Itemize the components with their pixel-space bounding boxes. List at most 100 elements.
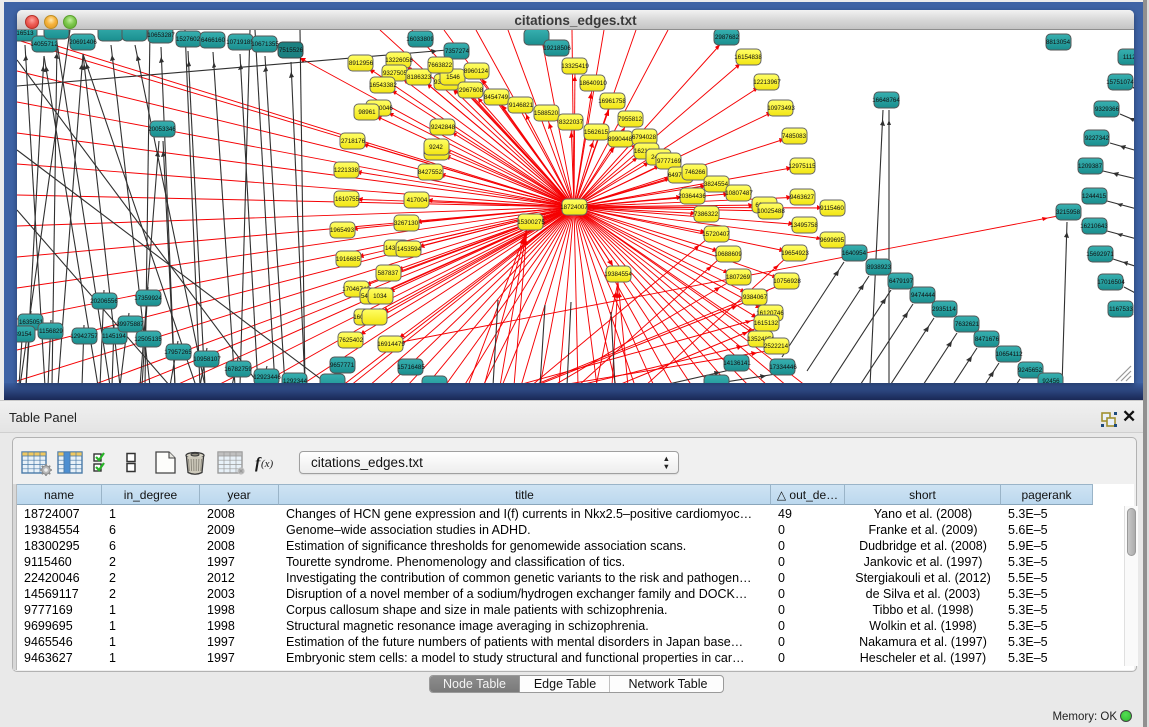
svg-text:18640910: 18640910 [579,80,607,87]
svg-text:16914479: 16914479 [377,341,405,348]
svg-text:18724007: 18724007 [560,204,588,211]
svg-text:1292344: 1292344 [283,378,308,383]
svg-text:587837: 587837 [378,270,399,277]
svg-text:10807487: 10807487 [725,190,753,197]
svg-text:2987682: 2987682 [715,34,740,41]
svg-text:9245652: 9245652 [1018,367,1043,374]
svg-text:19654923: 19654923 [781,250,809,257]
svg-text:9327505: 9327505 [383,70,408,77]
svg-text:10688609: 10688609 [714,251,742,258]
svg-text:16033809: 16033809 [406,36,434,43]
svg-text:417004: 417004 [407,197,428,204]
svg-text:20053346: 20053346 [148,126,176,133]
svg-text:14055712: 14055712 [30,41,58,48]
svg-text:17359924: 17359924 [134,295,162,302]
svg-text:1156829: 1156829 [39,328,63,335]
svg-text:6479197: 6479197 [889,278,914,285]
svg-text:19384554: 19384554 [604,271,632,278]
svg-text:15300275: 15300275 [517,219,545,226]
svg-text:1221338: 1221338 [334,167,359,174]
svg-text:14136141: 14136141 [723,360,751,367]
svg-text:2935114: 2935114 [932,306,956,313]
svg-text:15720407: 15720407 [702,231,730,238]
svg-text:8990448: 8990448 [608,136,633,143]
svg-text:12213967: 12213967 [753,79,781,86]
svg-text:9227342: 9227342 [1085,135,1110,142]
svg-text:20691406: 20691406 [69,39,97,46]
svg-text:98961: 98961 [358,109,376,116]
svg-text:3824554: 3824554 [704,181,729,188]
svg-text:1916685: 1916685 [336,256,361,263]
svg-text:7357274: 7357274 [445,48,470,55]
svg-text:8938923: 8938923 [867,264,892,271]
svg-text:20206556: 20206556 [90,298,118,305]
svg-text:16543382: 16543382 [369,82,397,89]
svg-text:9463627: 9463627 [790,194,815,201]
svg-text:20364436: 20364436 [678,193,706,200]
svg-text:1562615: 1562615 [584,129,609,136]
svg-text:7485083: 7485083 [782,133,807,140]
svg-text:6794028: 6794028 [632,134,657,141]
svg-text:1610755: 1610755 [335,196,360,203]
svg-text:39154: 39154 [17,331,32,338]
svg-text:1167533: 1167533 [1109,306,1133,313]
svg-text:9242848: 9242848 [431,124,456,131]
svg-text:1588520: 1588520 [534,110,559,117]
svg-text:8427552: 8427552 [418,169,443,176]
svg-text:8960124: 8960124 [464,68,489,75]
svg-text:10958107: 10958107 [193,356,221,363]
svg-text:8186323: 8186323 [407,74,432,81]
svg-text:8813054: 8813054 [1046,39,1071,46]
svg-text:12975115: 12975115 [788,163,816,170]
svg-text:9384067: 9384067 [743,294,768,301]
svg-text:1640954: 1640954 [842,250,867,257]
svg-text:9242: 9242 [429,144,443,151]
svg-text:7955812: 7955812 [618,116,643,123]
svg-text:15716485: 15716485 [397,364,425,371]
svg-text:7632621: 7632621 [955,321,980,328]
svg-text:17016504: 17016504 [1097,279,1125,286]
svg-text:10756928: 10756928 [773,278,801,285]
svg-text:7663822: 7663822 [428,62,453,69]
svg-text:10671355: 10671355 [251,41,279,48]
svg-text:39975887: 39975887 [116,321,144,328]
svg-text:746266: 746266 [685,169,706,176]
svg-text:15751074: 15751074 [1106,79,1134,86]
svg-text:9777169: 9777169 [657,158,682,165]
svg-text:16961758: 16961758 [598,98,626,105]
svg-text:13226058: 13226058 [385,57,413,64]
svg-text:13325419: 13325419 [561,63,589,70]
svg-text:6466160: 6466160 [201,37,226,44]
svg-text:16513: 16513 [17,30,34,37]
svg-text:1965493: 1965493 [330,227,355,234]
svg-text:1034: 1034 [373,293,387,300]
svg-text:9699695: 9699695 [820,237,845,244]
svg-text:8912956: 8912956 [349,60,374,67]
svg-text:15692971: 15692971 [1086,251,1114,258]
svg-text:10973493: 10973493 [767,105,795,112]
svg-text:1546: 1546 [446,74,460,81]
svg-text:92456: 92456 [1042,378,1060,383]
svg-text:9657771: 9657771 [330,362,355,369]
svg-text:12923446: 12923446 [253,374,281,381]
svg-text:1244415: 1244415 [1082,193,1107,200]
svg-text:10719185: 10719185 [226,39,254,46]
svg-text:19218506: 19218506 [543,45,571,52]
svg-text:1209387: 1209387 [1078,163,1103,170]
svg-text:1453594: 1453594 [397,246,422,253]
svg-text:12942757: 12942757 [70,333,98,340]
svg-text:16648764: 16648764 [872,97,900,104]
svg-text:1527602: 1527602 [176,36,201,43]
svg-text:2718176: 2718176 [341,138,366,145]
svg-text:7515526: 7515526 [279,47,304,54]
svg-text:8322037: 8322037 [559,119,584,126]
svg-text:1615132: 1615132 [754,320,779,327]
svg-text:9146821: 9146821 [509,102,534,109]
svg-text:10654112: 10654112 [995,351,1023,358]
svg-text:3215958: 3215958 [1056,209,1081,216]
svg-text:1145194: 1145194 [102,333,126,340]
svg-text:17957265: 17957265 [164,349,192,356]
svg-text:17334446: 17334446 [769,364,797,371]
svg-text:2522214: 2522214 [764,343,789,350]
svg-text:10025488: 10025488 [757,208,785,215]
